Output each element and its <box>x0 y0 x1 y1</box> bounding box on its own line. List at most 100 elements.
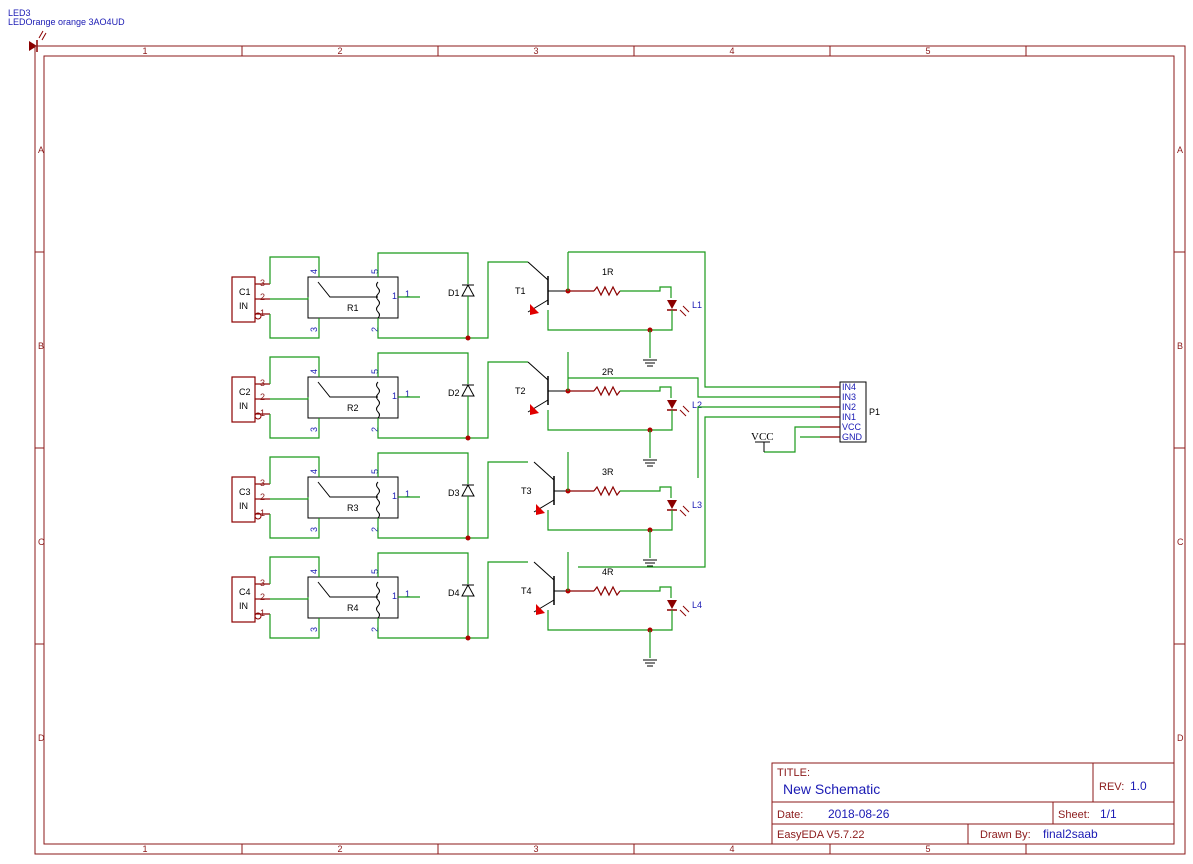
connector-ref: C4 <box>239 587 251 597</box>
led3-icon <box>29 30 47 52</box>
row-label: C <box>1177 537 1184 547</box>
connector-ref: C1 <box>239 287 251 297</box>
transistor: T4 <box>521 561 574 615</box>
column-label: 2 <box>337 46 342 56</box>
channel-2: C2IN321 R24 513 21 D2 T22RL2 <box>231 352 702 467</box>
rev-label: REV: <box>1099 781 1124 793</box>
header-pin-label: IN1 <box>842 412 856 422</box>
header-p1: IN4IN3IN2IN1VCCGND P1 <box>820 381 880 443</box>
relay-pin-number: 3 <box>309 427 319 432</box>
drawn-value: final2saab <box>1043 827 1098 841</box>
led-ref: L2 <box>692 400 702 410</box>
header-ref: P1 <box>869 407 880 417</box>
led-ref: L3 <box>692 500 702 510</box>
header-pin-label: GND <box>842 432 863 442</box>
vcc-symbol: VCC <box>751 431 774 452</box>
relay-pin-number: 4 <box>309 569 319 574</box>
column-label: 1 <box>142 46 147 56</box>
sheet-value: 1/1 <box>1100 807 1117 821</box>
diode-ref: D2 <box>448 388 460 398</box>
diode-ref: D1 <box>448 288 460 298</box>
column-label: 5 <box>925 844 930 854</box>
date-value: 2018-08-26 <box>828 807 890 821</box>
connector-pin-number: 1 <box>260 608 265 618</box>
connector-pin-number: 1 <box>260 308 265 318</box>
relay-ref: R3 <box>347 503 359 513</box>
title-block: TITLE: New Schematic REV: 1.0 Date: 2018… <box>771 762 1175 845</box>
connector-body <box>231 476 256 523</box>
led3-value: LEDOrange orange 3AO4UD <box>8 17 125 27</box>
connector-pin-number: 2 <box>260 292 265 302</box>
transistor-ref: T3 <box>521 486 532 496</box>
connector-sub: IN <box>239 601 248 611</box>
row-label: B <box>38 341 44 351</box>
relay-pin-number: 4 <box>309 369 319 374</box>
tool-label: EasyEDA V5.7.22 <box>777 829 864 841</box>
ground-icon <box>643 630 657 667</box>
connector-body <box>231 376 256 423</box>
resistor-ref: 1R <box>602 267 614 277</box>
channel-1: C1IN321 R14 513 21 D1 T11RL1 <box>231 252 702 367</box>
connector-pin-number: 2 <box>260 592 265 602</box>
row-label: D <box>38 733 45 743</box>
channel-3: C3IN321 R34 513 21 D3 T33RL3 <box>231 452 702 567</box>
connector-pin-number: 3 <box>260 478 265 488</box>
ground-icon <box>643 530 657 567</box>
row-label: C <box>38 537 45 547</box>
transistor-ref: T4 <box>521 586 532 596</box>
connector-pin-number: 2 <box>260 492 265 502</box>
connector-pin-number: 3 <box>260 378 265 388</box>
row-label: A <box>1177 145 1183 155</box>
connector-body <box>231 276 256 323</box>
column-label: 4 <box>729 46 734 56</box>
connector-sub: IN <box>239 301 248 311</box>
relay-pin-number: 3 <box>309 327 319 332</box>
rev-value: 1.0 <box>1130 779 1147 793</box>
connector-body <box>231 576 256 623</box>
relay-ref: R2 <box>347 403 359 413</box>
connector-pin-number: 2 <box>260 392 265 402</box>
vcc-label: VCC <box>751 431 774 443</box>
transistor: T3 <box>521 461 574 515</box>
channels-group: C1IN321 R14 513 21 D1 T11RL1C2IN321 R24 513 21 D2… <box>231 252 702 667</box>
connector-sub: IN <box>239 501 248 511</box>
title-value: New Schematic <box>783 781 880 797</box>
transistor: T2 <box>515 361 568 415</box>
drawn-label: Drawn By: <box>980 829 1031 841</box>
relay-pin-number: 3 <box>309 527 319 532</box>
relay-pin-number: 1 <box>392 591 397 601</box>
header-pin-label: IN2 <box>842 402 856 412</box>
transistor-ref: T1 <box>515 286 526 296</box>
column-label: 5 <box>925 46 930 56</box>
connector-ref: C3 <box>239 487 251 497</box>
ground-icon <box>643 430 657 467</box>
relay-pin-number: 1 <box>392 391 397 401</box>
resistor-ref: 2R <box>602 367 614 377</box>
column-label: 3 <box>533 46 538 56</box>
connector-sub: IN <box>239 401 248 411</box>
relay-ref: R1 <box>347 303 359 313</box>
header-pin-label: VCC <box>842 422 862 432</box>
relay-pin-number: 1 <box>392 491 397 501</box>
row-label: B <box>1177 341 1183 351</box>
relay-pin-number: 3 <box>309 627 319 632</box>
relay-pin-number: 4 <box>309 469 319 474</box>
diode-ref: D4 <box>448 588 460 598</box>
column-label: 1 <box>142 844 147 854</box>
row-label: A <box>38 145 44 155</box>
relay-pin-number: 4 <box>309 269 319 274</box>
sheet-label: Sheet: <box>1058 809 1090 821</box>
header-pin-label: IN4 <box>842 382 856 392</box>
transistor: T1 <box>515 261 568 315</box>
schematic-canvas: LED3 LEDOrange orange 3AO4UD 1122334455 … <box>8 8 1186 855</box>
resistor-ref: 3R <box>602 467 614 477</box>
resistor-ref: 4R <box>602 567 614 577</box>
row-label: D <box>1177 733 1184 743</box>
date-label: Date: <box>777 809 803 821</box>
ground-icon <box>643 330 657 367</box>
column-label: 4 <box>729 844 734 854</box>
connector-pin-number: 1 <box>260 408 265 418</box>
column-label: 2 <box>337 844 342 854</box>
header-pin-label: IN3 <box>842 392 856 402</box>
connector-pin-number: 3 <box>260 578 265 588</box>
